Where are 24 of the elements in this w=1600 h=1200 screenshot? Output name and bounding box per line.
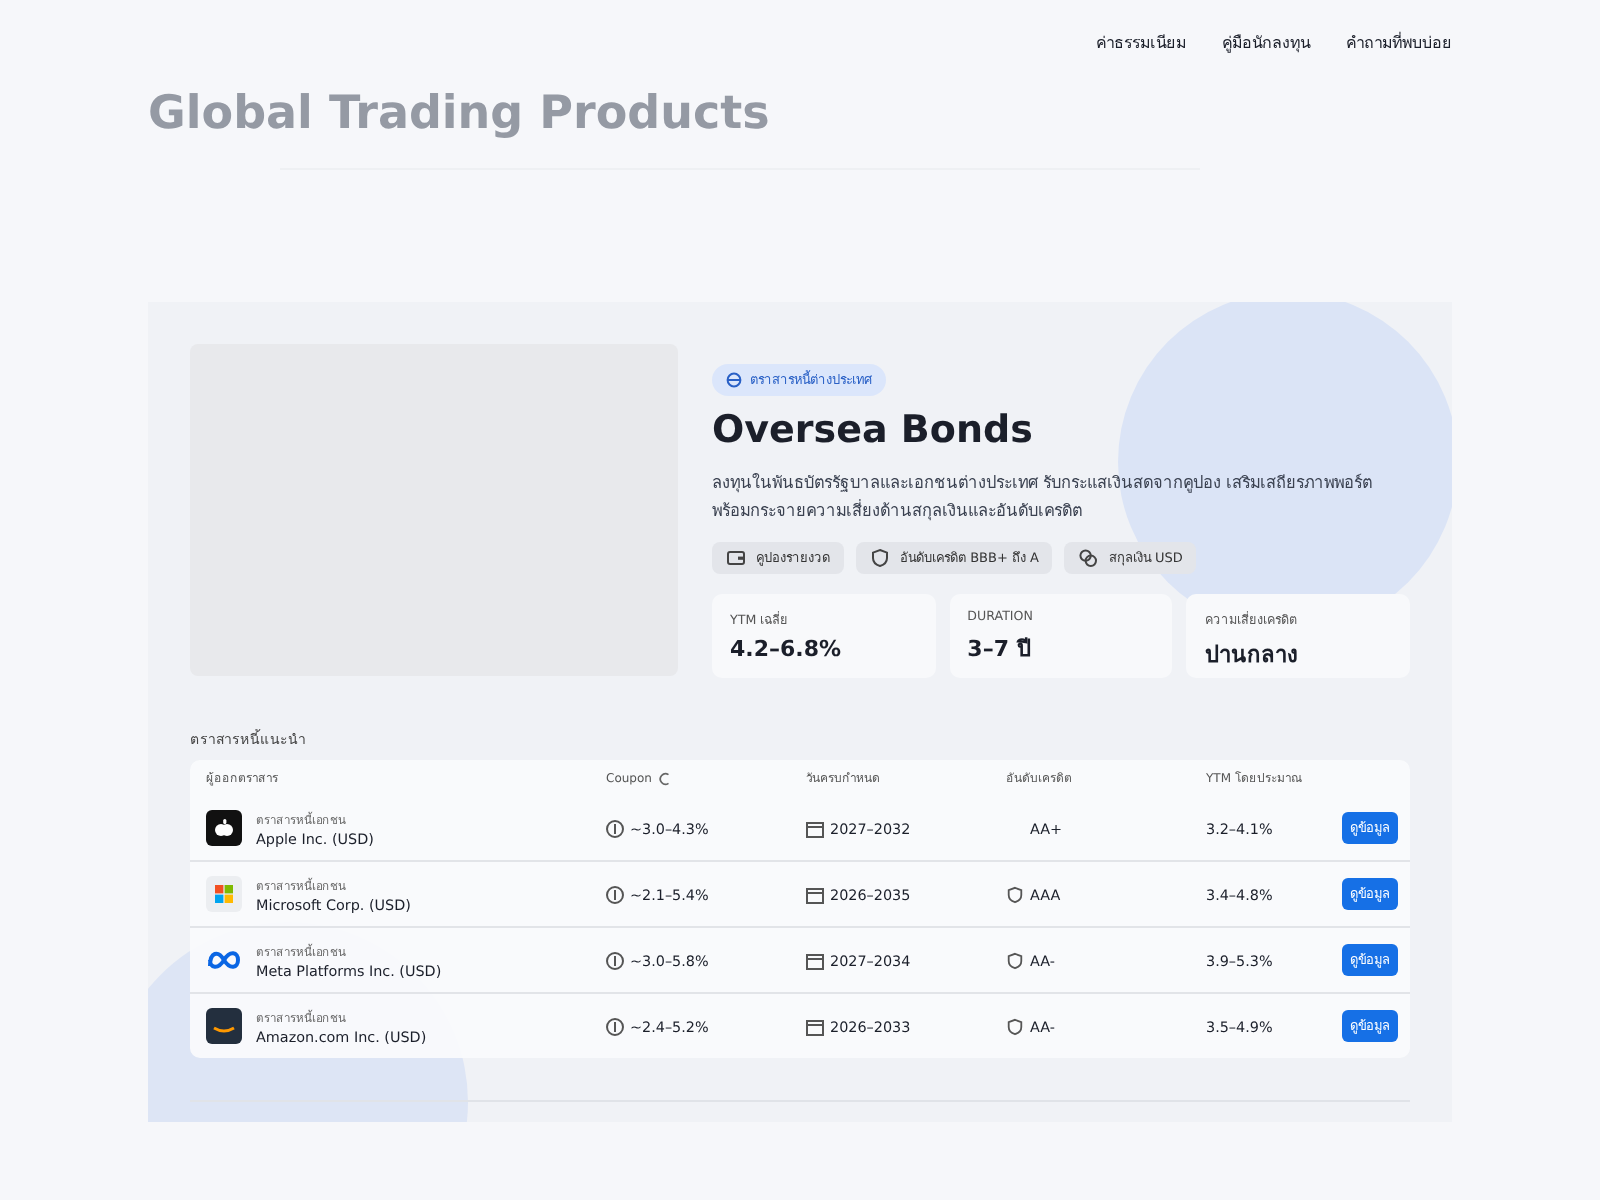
company-logo-icon [206,810,242,846]
product-description: ลงทุนในพันธบัตรรัฐบาลและเอกชนต่างประเทศ รับกระแสเงินสดจากคูปอง เสริมเสถียรภาพพอร์ต พร้อมกระจายความเสี่ยงด้านสกุลเงินและอันดับเครดิต [712,470,1375,524]
calendar-icon [806,951,824,969]
company-logo-icon [206,876,242,912]
dollar-coin-icon [606,1017,624,1035]
wallet-icon [726,548,746,568]
company-logo-icon [206,1008,242,1044]
calendar-icon [806,885,824,903]
coins-icon [1078,548,1099,568]
shield-icon [870,548,890,568]
stat-value: 4.2–6.8% [730,636,843,662]
nav-link[interactable]: ค่าธรรมเนียม [1096,30,1186,56]
stat-value: 3–7 ปี [967,634,1033,666]
nav-link[interactable]: คู่มือนักลงทุน [1222,30,1310,56]
calendar-icon [806,1017,824,1035]
calendar-icon [806,819,824,837]
page-title: Global Trading Products [148,88,770,140]
refresh-icon [657,771,672,785]
nav-link[interactable]: คำถามที่พบบ่อย [1346,30,1452,56]
dollar-coin-icon [606,819,624,837]
dollar-coin-icon [606,885,624,903]
dollar-coin-icon [606,951,624,969]
stat-value: ปานกลาง [1204,640,1299,672]
product-title: Oversea Bonds [712,408,1035,452]
